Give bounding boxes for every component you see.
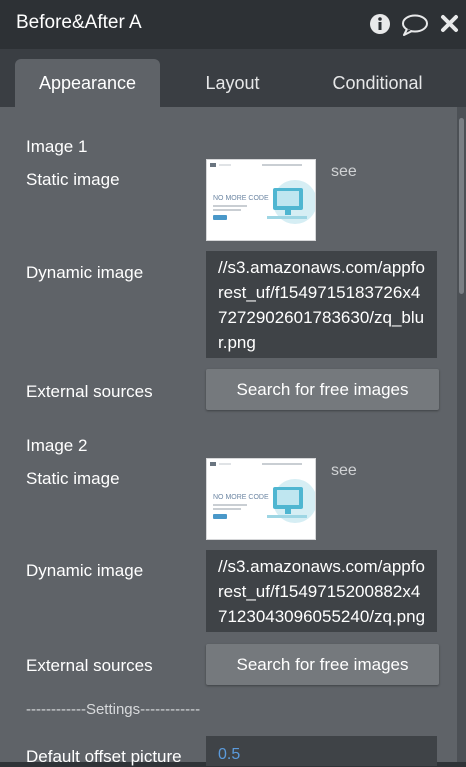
image2-dynamic-input[interactable]: //s3.amazonaws.com/appforest_uf/f1549715… xyxy=(206,550,437,632)
tab-bar: Appearance Layout Conditional xyxy=(0,49,466,107)
image2-external-label: External sources xyxy=(26,656,153,675)
image2-search-free-images-button[interactable]: Search for free images xyxy=(206,644,439,685)
close-icon[interactable] xyxy=(440,14,459,33)
comment-icon[interactable] xyxy=(401,14,429,36)
scrollbar-thumb[interactable] xyxy=(459,118,464,294)
image1-search-free-images-button[interactable]: Search for free images xyxy=(206,369,439,410)
image2-see-link[interactable]: see xyxy=(331,462,357,480)
panel-title: Before&After A xyxy=(16,12,142,33)
image2-thumb-text: NO MORE CODE xyxy=(213,494,269,501)
image1-external-label: External sources xyxy=(26,382,153,401)
default-offset-label: Default offset picture xyxy=(26,747,182,766)
image1-heading: Image 1 xyxy=(26,137,88,156)
image2-static-thumbnail[interactable]: NO MORE CODE xyxy=(206,458,316,540)
title-bar: Before&After A xyxy=(0,0,466,49)
info-icon[interactable] xyxy=(369,13,391,35)
settings-divider: ------------Settings------------ xyxy=(26,701,201,718)
tab-appearance[interactable]: Appearance xyxy=(15,59,160,107)
image2-static-label: Static image xyxy=(26,469,120,488)
tab-layout[interactable]: Layout xyxy=(176,59,289,107)
tab-conditional[interactable]: Conditional xyxy=(314,59,441,107)
image1-see-link[interactable]: see xyxy=(331,163,357,181)
image1-dynamic-input[interactable]: //s3.amazonaws.com/appforest_uf/f1549715… xyxy=(206,251,437,358)
image1-static-label: Static image xyxy=(26,170,120,189)
image1-thumb-text: NO MORE CODE xyxy=(213,195,269,202)
image1-dynamic-label: Dynamic image xyxy=(26,263,144,282)
image2-dynamic-label: Dynamic image xyxy=(26,561,144,580)
image2-heading: Image 2 xyxy=(26,436,88,455)
image1-static-thumbnail[interactable]: NO MORE CODE xyxy=(206,159,316,241)
